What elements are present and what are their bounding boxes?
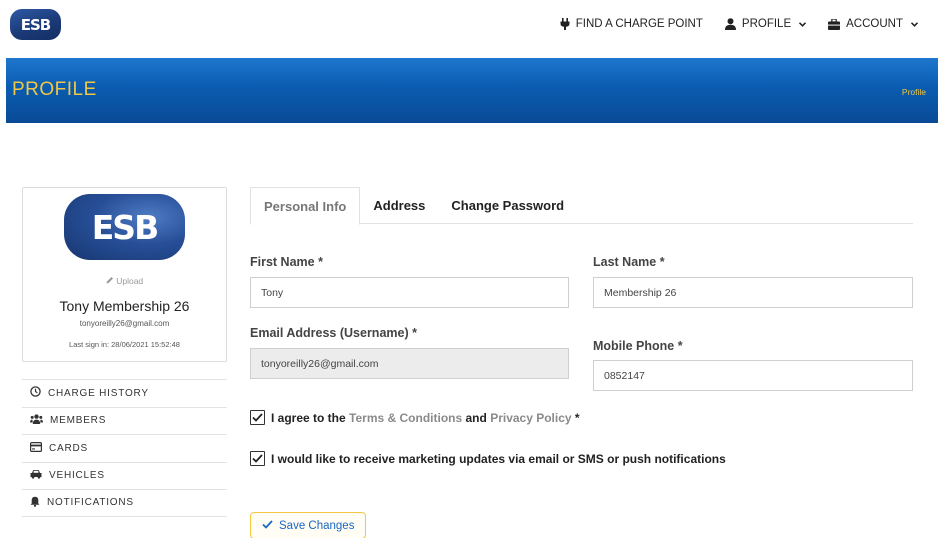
save-changes-label: Save Changes xyxy=(279,519,355,532)
briefcase-icon xyxy=(828,18,841,30)
page-title: PROFILE xyxy=(12,79,97,100)
terms-prefix: I agree to the xyxy=(271,410,346,425)
tab-address[interactable]: Address xyxy=(360,187,438,224)
nav-profile[interactable]: PROFILE xyxy=(724,18,807,30)
bell-icon xyxy=(30,496,40,510)
side-menu: CHARGE HISTORY MEMBERS CARDS VEHICLES NO… xyxy=(22,379,227,517)
profile-tabs: Personal Info Address Change Password xyxy=(250,187,913,225)
side-item-charge-history[interactable]: CHARGE HISTORY xyxy=(22,379,227,407)
marketing-checkbox[interactable] xyxy=(250,451,265,466)
marketing-label: I would like to receive marketing update… xyxy=(271,451,726,466)
chevron-down-icon xyxy=(911,21,918,27)
nav-account-label: ACCOUNT xyxy=(846,18,903,30)
terms-checkbox[interactable] xyxy=(250,410,265,425)
nav-find-charge-point-label: FIND A CHARGE POINT xyxy=(575,18,703,30)
clock-icon xyxy=(30,386,41,400)
esb-logo[interactable]: ESB xyxy=(10,9,61,40)
side-item-label: MEMBERS xyxy=(50,415,107,427)
upload-link[interactable]: Upload xyxy=(23,276,226,286)
page-banner: PROFILE Profile xyxy=(6,58,938,123)
profile-card: ESB Upload Tony Membership 26 tonyoreill… xyxy=(22,187,227,362)
users-icon xyxy=(30,414,43,427)
tab-change-password[interactable]: Change Password xyxy=(438,187,577,224)
side-item-label: NOTIFICATIONS xyxy=(47,497,134,509)
profile-email: tonyoreilly26@gmail.com xyxy=(79,319,170,328)
mobile-phone-field[interactable]: 0852147 xyxy=(593,360,913,391)
nav-profile-label: PROFILE xyxy=(741,18,792,30)
breadcrumb[interactable]: Profile xyxy=(902,87,926,97)
marketing-row: I would like to receive marketing update… xyxy=(250,451,726,466)
user-icon xyxy=(724,18,736,30)
side-item-notifications[interactable]: NOTIFICATIONS xyxy=(22,489,227,517)
terms-and: and xyxy=(465,410,487,425)
side-item-label: CHARGE HISTORY xyxy=(48,387,149,399)
top-navigation: ESB FIND A CHARGE POINT PROFILE ACCOUNT xyxy=(0,0,938,58)
terms-text: I agree to the Terms & Conditions and Pr… xyxy=(271,411,580,425)
first-name-field[interactable]: Tony xyxy=(250,277,569,308)
nav-account[interactable]: ACCOUNT xyxy=(828,18,918,30)
chevron-down-icon xyxy=(799,21,807,27)
save-changes-button[interactable]: Save Changes xyxy=(250,512,366,538)
checkmark-icon xyxy=(252,454,263,463)
terms-required-mark: * xyxy=(574,410,580,425)
side-item-cards[interactable]: CARDS xyxy=(22,434,227,462)
email-label: Email Address (Username) * xyxy=(250,326,417,340)
side-item-label: CARDS xyxy=(49,442,89,454)
car-icon xyxy=(30,469,42,482)
last-name-field[interactable]: Membership 26 xyxy=(593,277,913,308)
email-field: tonyoreilly26@gmail.com xyxy=(250,348,569,379)
tab-personal-info[interactable]: Personal Info xyxy=(250,187,361,225)
checkmark-icon xyxy=(252,413,263,422)
terms-conditions-link[interactable]: Terms & Conditions xyxy=(349,411,462,425)
side-item-vehicles[interactable]: VEHICLES xyxy=(22,461,227,490)
main-nav: FIND A CHARGE POINT PROFILE ACCOUNT xyxy=(560,18,918,30)
mobile-phone-label: Mobile Phone * xyxy=(593,339,683,353)
last-sign-in: Last sign in: 28/06/2021 15:52:48 xyxy=(69,340,180,349)
check-icon xyxy=(262,519,273,532)
logo-text: ESB xyxy=(20,15,52,34)
side-item-members[interactable]: MEMBERS xyxy=(22,406,227,435)
last-name-label: Last Name * xyxy=(593,255,665,269)
profile-name: Tony Membership 26 xyxy=(59,298,190,314)
pencil-icon xyxy=(106,276,116,286)
privacy-policy-link[interactable]: Privacy Policy xyxy=(490,411,571,425)
plug-icon xyxy=(560,18,570,30)
terms-row: I agree to the Terms & Conditions and Pr… xyxy=(250,410,580,425)
nav-find-charge-point[interactable]: FIND A CHARGE POINT xyxy=(560,18,703,30)
upload-label: Upload xyxy=(116,276,144,286)
side-item-label: VEHICLES xyxy=(49,470,105,482)
first-name-label: First Name * xyxy=(250,255,323,269)
avatar: ESB xyxy=(64,194,185,260)
credit-card-icon xyxy=(30,441,43,455)
avatar-logo-text: ESB xyxy=(91,207,159,247)
